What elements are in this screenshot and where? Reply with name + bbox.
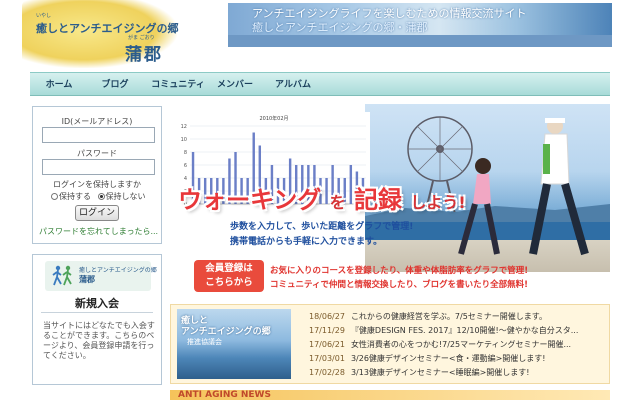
login-button[interactable]: ログイン	[75, 205, 119, 221]
id-input[interactable]	[42, 127, 155, 143]
news-title: 女性消費者の心をつかむ!7/25マーケティングセミナー開催...	[350, 340, 572, 349]
member-register-badge[interactable]: 会員登録は こちらから	[194, 260, 264, 292]
login-panel: ID(メールアドレス) パスワード ログインを保持しますか 保持する 保持しない…	[32, 106, 162, 244]
keep-no-label: 保持しない	[105, 192, 146, 201]
anti-aging-news-header: ANTI AGING NEWS	[170, 390, 610, 400]
news-title: 3/26健康デザインセミナー<食・運動編>開催します!	[350, 354, 546, 363]
main-nav: ホーム ブログ コミュニティ メンバー アルバム	[30, 72, 610, 96]
chart-title: 2010年02月	[259, 115, 288, 122]
keep-yes-radio[interactable]	[51, 193, 58, 200]
walker-woman	[475, 158, 491, 174]
news-title: 3/13健康デザインセミナー<睡眠編>開催します!	[350, 368, 530, 377]
nav-item-members[interactable]: メンバー	[212, 76, 258, 94]
council-logo-line-2: アンチエイジングの郷	[181, 327, 271, 337]
chart-ytick-label: 12	[181, 124, 187, 130]
news-item[interactable]: 17/02/28 3/13健康デザインセミナー<睡眠編>開催します!	[309, 367, 530, 378]
news-title: 『健康DESIGN FES. 2017』12/10開催!～健やかな自分スタ...	[350, 326, 579, 335]
register-panel: 癒しとアンチエイジングの郷 蒲郡 新規入会 当サイトにはどなたでも入会することが…	[32, 254, 162, 385]
register-title: 新規入会	[75, 297, 119, 310]
nav-item-album[interactable]: アルバム	[270, 76, 316, 94]
logo-line-1: 癒しとアンチエイジングの郷	[36, 22, 179, 35]
news-date: 17/06/21	[309, 340, 345, 349]
chart-ytick-label: 6	[184, 163, 187, 169]
news-item[interactable]: 18/06/27 これからの健康経営を学ぶ。7/5セミナー開催します。	[309, 311, 547, 322]
walking-banner[interactable]: 2010年02月 0 2 4 6 8 10 12 ウォーキング を 記録 しよう! 歩数を入…	[170, 104, 610, 296]
keep-login-question: ログインを保持しますか	[53, 180, 141, 189]
header-banner-image: アンチエイジングライフを楽しむための情報交流サイト 癒しとアンチエイジングの郷・…	[228, 3, 612, 47]
logo-line-2: 蒲郡	[125, 45, 163, 65]
anti-aging-news-title: ANTI AGING NEWS	[178, 390, 271, 400]
site-logo[interactable]: いやし 癒しとアンチエイジングの郷 がま ごおり 蒲郡	[22, 0, 179, 68]
headline-particle: を	[329, 193, 346, 212]
id-label: ID(メールアドレス)	[61, 117, 133, 126]
chart-ytick-label: 10	[181, 137, 187, 143]
member-benefit-line-2: コミュニティで仲間と情報交換したり、ブログを書いたり全部無料!	[270, 280, 529, 290]
password-input[interactable]	[42, 159, 155, 175]
news-panel: 癒しと アンチエイジングの郷 推進協議会 18/06/27 これからの健康経営を学…	[170, 304, 610, 384]
header-banner-line-2: 癒しとアンチエイジングの郷・蒲郡	[252, 21, 428, 34]
news-item[interactable]: 17/03/01 3/26健康デザインセミナー<食・運動編>開催します!	[309, 353, 546, 364]
news-date: 17/03/01	[309, 354, 345, 363]
banner-headline: ウォーキング を 記録 しよう!	[178, 180, 466, 215]
password-label: パスワード	[77, 149, 117, 158]
council-logo[interactable]: 癒しと アンチエイジングの郷 推進協議会	[177, 309, 291, 379]
keep-login-options: 保持する 保持しない	[51, 191, 146, 202]
headline-walking: ウォーキング	[178, 186, 322, 214]
walkers-icon	[52, 265, 72, 286]
council-logo-line-3: 推進協議会	[187, 338, 222, 346]
badge-line-1: 会員登録は	[205, 263, 253, 274]
site-header: いやし 癒しとアンチエイジングの郷 がま ごおり 蒲郡 アンチエイジングライフを…	[0, 0, 640, 70]
forgot-password-link[interactable]: パスワードを忘れてしまったら...	[39, 226, 158, 237]
register-logo[interactable]: 癒しとアンチエイジングの郷 蒲郡	[45, 261, 157, 291]
news-date: 17/02/28	[309, 368, 345, 377]
banner-sea	[228, 35, 612, 47]
badge-line-2: こちらから	[205, 277, 253, 288]
register-logo-line-2: 蒲郡	[79, 275, 95, 284]
member-benefit-line-1: お気に入りのコースを登録したり、体重や体脂肪率をグラフで管理!	[270, 266, 529, 276]
nav-item-blog[interactable]: ブログ	[94, 76, 136, 94]
register-divider	[41, 312, 153, 313]
keep-no-radio[interactable]	[97, 193, 105, 200]
news-date: 17/11/29	[309, 326, 345, 335]
headline-record: 記録	[354, 186, 403, 214]
register-description: 当サイトにはどなたでも入会することができます。こちらのページより、会員登録申請を…	[43, 321, 155, 360]
banner-subtitle-2: 携帯電話からも手軽に入力できます。	[230, 237, 383, 247]
news-title: これからの健康経営を学ぶ。7/5セミナー開催します。	[350, 312, 548, 321]
nav-item-home[interactable]: ホーム	[38, 76, 80, 94]
news-item[interactable]: 17/06/21 女性消費者の心をつかむ!7/25マーケティングセミナー開催...	[309, 339, 571, 350]
register-logo-line-1: 癒しとアンチエイジングの郷	[79, 267, 157, 274]
banner-subtitle-1: 歩数を入力して、歩いた距離をグラフで管理!	[230, 222, 414, 232]
headline-end: しよう!	[410, 193, 466, 212]
nav-item-community[interactable]: コミュニティ	[150, 76, 206, 94]
logo-ruby-1: いやし	[36, 13, 52, 19]
chart-ytick-label: 8	[184, 150, 187, 156]
keep-yes-label: 保持する	[59, 192, 91, 201]
news-date: 18/06/27	[309, 312, 345, 321]
news-item[interactable]: 17/11/29 『健康DESIGN FES. 2017』12/10開催!～健やか…	[309, 325, 578, 336]
